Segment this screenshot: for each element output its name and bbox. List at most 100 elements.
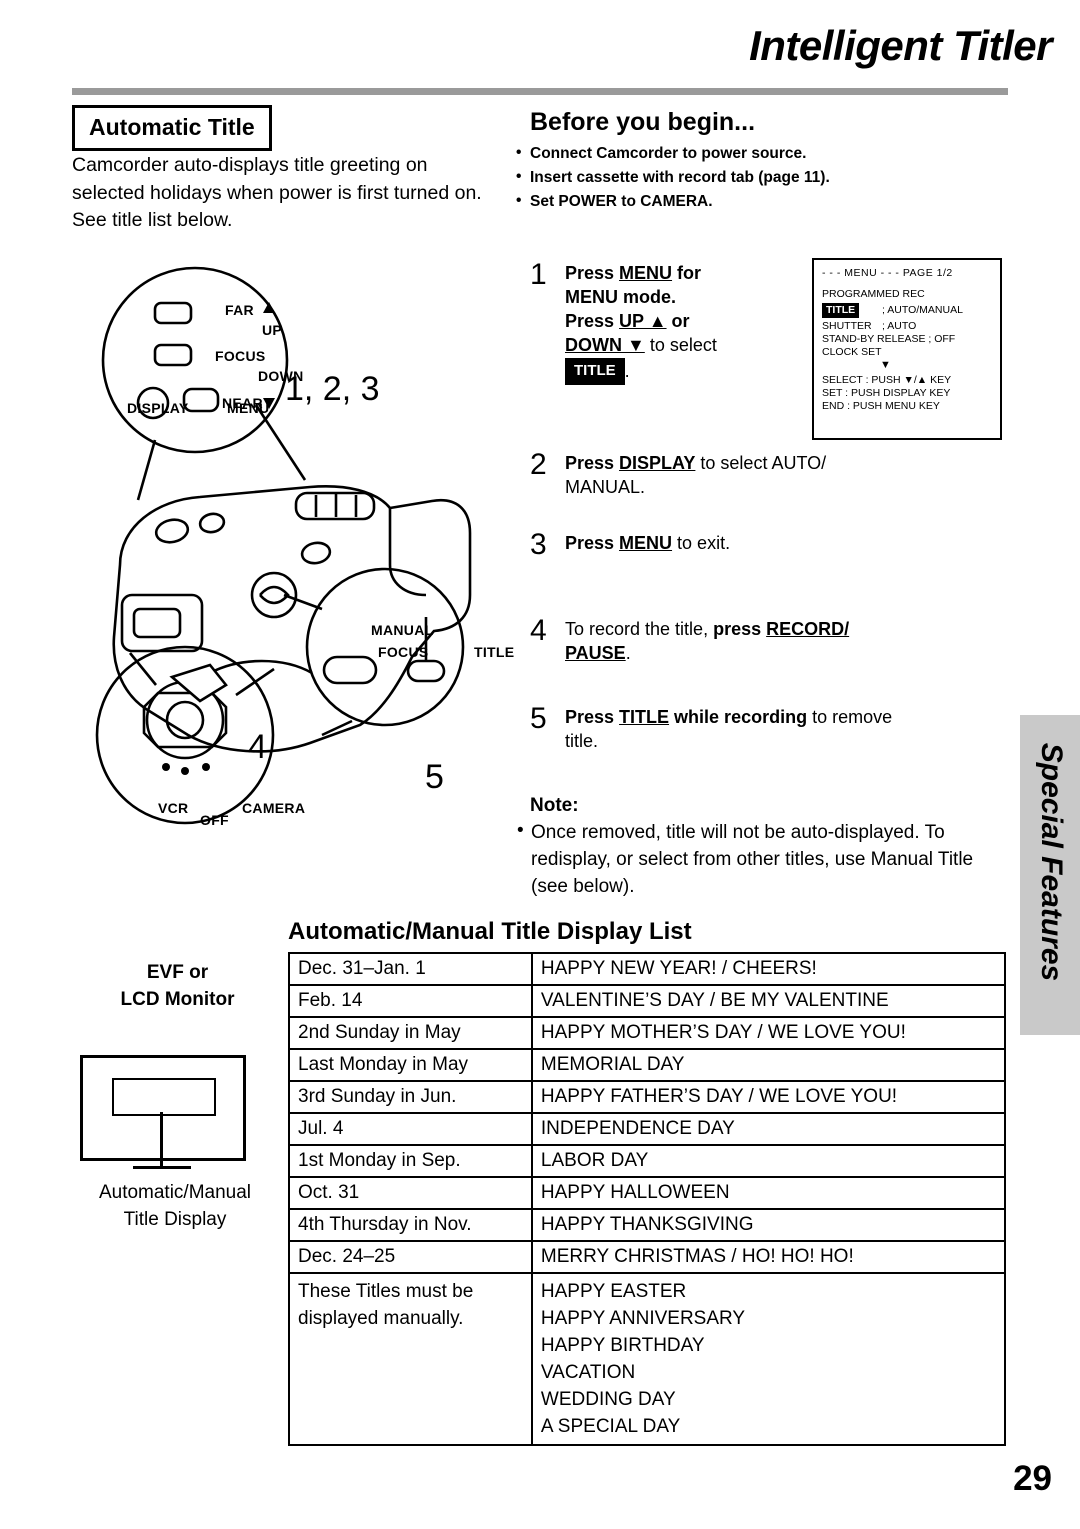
evf-title-display-area xyxy=(112,1078,216,1116)
step4-lead: To record the title, xyxy=(565,619,714,639)
table-row: Oct. 31 HAPPY HALLOWEEN xyxy=(288,1176,1007,1210)
step1-menu-key: MENU xyxy=(619,263,673,283)
list-item: Insert cassette with record tab (page 11… xyxy=(516,165,986,190)
step1-period: . xyxy=(624,360,630,381)
table-cell-date: Dec. 24–25 xyxy=(288,1240,533,1274)
table-cell-date: 2nd Sunday in May xyxy=(288,1016,533,1050)
step-text: Press DISPLAY to select AUTO/ MANUAL. xyxy=(565,452,980,500)
step-3: 3 Press MENU to exit. xyxy=(530,528,980,561)
before-you-begin-heading: Before you begin... xyxy=(530,108,756,136)
list-item: Once removed, title will not be auto-dis… xyxy=(517,818,987,901)
table-cell-title: MEMORIAL DAY xyxy=(530,1048,1007,1082)
evf-label: EVF or LCD Monitor xyxy=(120,962,235,1010)
side-tab-special-features: Special Features xyxy=(1020,715,1080,1035)
callout-5: 5 xyxy=(425,758,444,796)
step-text: Press MENU to exit. xyxy=(565,532,980,556)
page-title: Intelligent Titler xyxy=(749,22,1052,69)
step-number: 5 xyxy=(530,702,547,735)
label-manual: MANUAL xyxy=(371,622,434,638)
step-number: 1 xyxy=(530,258,547,291)
table-cell-title: LABOR DAY xyxy=(530,1144,1007,1178)
step1-up-key: UP ▲ xyxy=(619,310,667,331)
menu-item-title-value: ; AUTO/MANUAL xyxy=(882,304,963,316)
list-item: Connect Camcorder to power source. xyxy=(516,141,986,166)
table-cell-manual-note: These Titles must be displayed manually. xyxy=(288,1272,533,1446)
step5-title-key: TITLE xyxy=(619,707,670,727)
step4-pause-key: PAUSE xyxy=(565,642,626,663)
table-row: Dec. 31–Jan. 1 HAPPY NEW YEAR! / CHEERS! xyxy=(288,952,1007,986)
step2-display-key: DISPLAY xyxy=(619,453,696,473)
table-cell-title: HAPPY HALLOWEEN xyxy=(530,1176,1007,1210)
menu-item-shutter-value: ; AUTO xyxy=(882,320,917,332)
step5-title2: title. xyxy=(565,730,599,751)
menu-screen-header: - - - MENU - - - PAGE 1/2 xyxy=(822,267,953,279)
display-list-heading: Automatic/Manual Title Display List xyxy=(288,918,692,945)
label-camera: CAMERA xyxy=(242,800,306,816)
label-manual-focus: FOCUS xyxy=(378,644,429,660)
step-text: To record the title, press RECORD/ PAUSE… xyxy=(565,618,990,666)
menu-item-standby-release: STAND-BY RELEASE ; OFF xyxy=(822,333,956,345)
menu-item-shutter: SHUTTER xyxy=(822,320,872,332)
label-far: FAR xyxy=(225,302,254,318)
step2-manual: MANUAL. xyxy=(565,476,646,497)
step3-rest: to exit. xyxy=(672,533,731,553)
table-row: 4th Thursday in Nov. HAPPY THANKSGIVING xyxy=(288,1208,1007,1242)
step5-rest: to remove xyxy=(807,707,893,727)
evf-caption: Automatic/Manual Title Display xyxy=(98,1182,252,1230)
header-divider xyxy=(72,88,1008,95)
list-item: Set POWER to CAMERA. xyxy=(516,189,986,214)
step1-menumode: MENU mode. xyxy=(565,286,677,307)
table-cell-title: HAPPY NEW YEAR! / CHEERS! xyxy=(530,952,1007,986)
title-badge: TITLE xyxy=(565,357,625,385)
evf-leader-line-vertical xyxy=(160,1112,163,1168)
step-text: Press MENU for MENU mode. Press UP ▲ or … xyxy=(565,262,810,385)
label-focus: FOCUS xyxy=(215,348,266,364)
table-cell-date: Oct. 31 xyxy=(288,1176,533,1210)
manual-page: Intelligent Titler Automatic Title Camco… xyxy=(0,0,1080,1529)
camcorder-illustration xyxy=(95,266,472,825)
section-heading-automatic-title: Automatic Title xyxy=(72,105,272,151)
table-cell-date: Feb. 14 xyxy=(288,984,533,1018)
callout-1-2-3: 1, 2, 3 xyxy=(285,370,380,408)
evf-leader-line-horizontal xyxy=(133,1166,191,1169)
step5-while: while recording xyxy=(669,707,808,727)
step1-for: for xyxy=(672,263,702,283)
menu-help-end: END : PUSH MENU KEY xyxy=(822,400,940,412)
menu-item-title-highlight: TITLE xyxy=(822,303,860,319)
step4-period: . xyxy=(625,642,631,663)
table-row: Dec. 24–25 MERRY CHRISTMAS / HO! HO! HO! xyxy=(288,1240,1007,1274)
table-row: 3rd Sunday in Jun. HAPPY FATHER’S DAY / … xyxy=(288,1080,1007,1114)
menu-item-clock-set: CLOCK SET xyxy=(822,346,882,358)
step1-down-key: DOWN ▼ xyxy=(565,334,645,355)
label-off: OFF xyxy=(200,812,229,828)
step1-press2: Press xyxy=(565,310,620,331)
step3-press: Press xyxy=(565,533,620,553)
table-row: 1st Monday in Sep. LABOR DAY xyxy=(288,1144,1007,1178)
table-cell-date: Last Monday in May xyxy=(288,1048,533,1082)
step5-press: Press xyxy=(565,707,620,727)
menu-screen-illustration: - - - MENU - - - PAGE 1/2 PROGRAMMED REC… xyxy=(812,258,1002,440)
table-cell-title: MERRY CHRISTMAS / HO! HO! HO! xyxy=(530,1240,1007,1274)
before-you-begin-list: Connect Camcorder to power source. Inser… xyxy=(516,141,986,214)
step1-or: or xyxy=(666,310,690,331)
table-cell-manual-titles: HAPPY EASTER HAPPY ANNIVERSARY HAPPY BIR… xyxy=(530,1272,1007,1446)
table-row: Feb. 14 VALENTINE’S DAY / BE MY VALENTIN… xyxy=(288,984,1007,1018)
step-2: 2 Press DISPLAY to select AUTO/ MANUAL. xyxy=(530,448,980,500)
label-vcr: VCR xyxy=(158,800,189,816)
label-display: DISPLAY xyxy=(127,400,189,416)
step2-rest: to select AUTO/ xyxy=(695,453,827,473)
table-cell-title: HAPPY THANKSGIVING xyxy=(530,1208,1007,1242)
step-number: 2 xyxy=(530,448,547,481)
table-cell-date: Jul. 4 xyxy=(288,1112,533,1146)
step-text: Press TITLE while recording to remove ti… xyxy=(565,706,985,754)
chevron-down-icon: ▼ xyxy=(880,359,891,371)
table-cell-date: 4th Thursday in Nov. xyxy=(288,1208,533,1242)
step-1: 1 Press MENU for MENU mode. Press UP ▲ o… xyxy=(530,258,810,385)
label-title: TITLE xyxy=(474,644,515,660)
step4-press: press xyxy=(713,619,767,639)
table-cell-date: 1st Monday in Sep. xyxy=(288,1144,533,1178)
table-cell-date: Dec. 31–Jan. 1 xyxy=(288,952,533,986)
step-4: 4 To record the title, press RECORD/ PAU… xyxy=(530,614,990,666)
menu-help-select: SELECT : PUSH ▼/▲ KEY xyxy=(822,374,952,386)
table-cell-title: VALENTINE’S DAY / BE MY VALENTINE xyxy=(530,984,1007,1018)
